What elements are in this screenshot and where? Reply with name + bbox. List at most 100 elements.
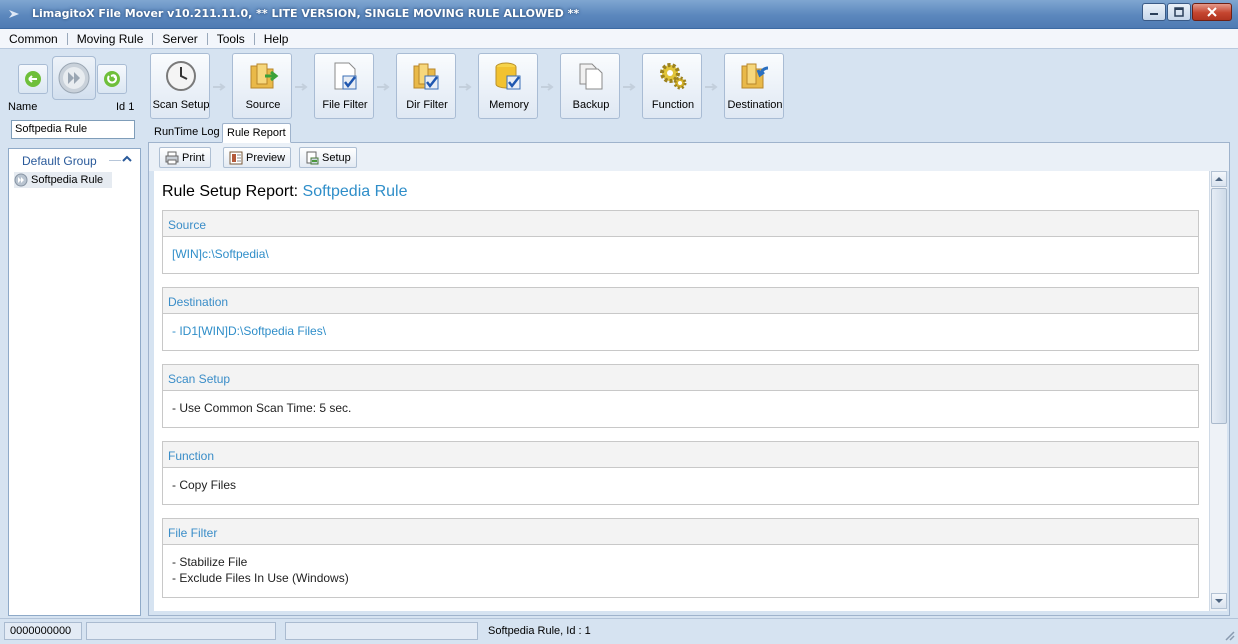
toolbar-label: File Filter bbox=[322, 99, 368, 111]
report-scrollbar[interactable] bbox=[1209, 171, 1227, 611]
id-label: Id 1 bbox=[116, 101, 135, 113]
status-panel-3 bbox=[285, 622, 478, 640]
folder-in-icon bbox=[741, 63, 769, 89]
preview-button[interactable]: Preview bbox=[223, 147, 292, 168]
title-bar: LimagitoX File Mover v10.211.11.0, ** LI… bbox=[0, 0, 1238, 29]
rule-tree: Default Group Softpedia Rule bbox=[8, 148, 141, 616]
function-button[interactable]: Function bbox=[642, 53, 702, 119]
toolbar-label: Dir Filter bbox=[406, 99, 448, 111]
section-body: - Use Common Scan Time: 5 sec. bbox=[163, 391, 1198, 427]
run-rule-button[interactable] bbox=[52, 56, 96, 100]
group-header[interactable]: Default Group bbox=[9, 151, 140, 169]
file-filter-button[interactable]: File Filter bbox=[314, 53, 374, 119]
section-line: - Copy Files bbox=[172, 478, 237, 492]
section-line: - Exclude Files In Use (Windows) bbox=[172, 571, 349, 585]
print-label: Print bbox=[182, 151, 205, 164]
gear-icon bbox=[660, 63, 687, 90]
memory-button[interactable]: Memory bbox=[478, 53, 538, 119]
files-copy-icon bbox=[579, 63, 603, 90]
section-heading: Destination bbox=[163, 288, 1198, 314]
section-line: - Stabilize File bbox=[172, 555, 248, 569]
menu-bar: Common Moving Rule Server Tools Help bbox=[0, 29, 1238, 49]
scroll-thumb[interactable] bbox=[1211, 188, 1227, 424]
scan-setup-button[interactable]: Scan Setup bbox=[150, 53, 210, 119]
report-section-source: Source [WIN]c:\Softpedia\ bbox=[162, 210, 1199, 274]
report-title-rule: Softpedia Rule bbox=[302, 183, 408, 200]
undo-button[interactable] bbox=[18, 64, 48, 94]
toolbar-label: Source bbox=[245, 99, 281, 111]
report-title-prefix: Rule Setup Report: bbox=[162, 183, 299, 200]
section-body: - ID1[WIN]D:\Softpedia Files\ bbox=[163, 314, 1198, 350]
close-icon bbox=[1207, 7, 1217, 17]
backup-button[interactable]: Backup bbox=[560, 53, 620, 119]
maximize-icon bbox=[1174, 7, 1184, 17]
menu-moving-rule[interactable]: Moving Rule bbox=[68, 32, 153, 46]
page-setup-icon bbox=[306, 151, 319, 164]
collapse-icon[interactable] bbox=[122, 154, 132, 164]
close-button[interactable] bbox=[1192, 3, 1232, 21]
print-button[interactable]: Print bbox=[159, 147, 211, 168]
status-bar: 0000000000 Softpedia Rule, Id : 1 bbox=[0, 618, 1238, 644]
destination-button[interactable]: Destination bbox=[724, 53, 784, 119]
section-body: - Copy Files bbox=[163, 468, 1198, 504]
flow-arrow-icon bbox=[541, 83, 554, 91]
maximize-button[interactable] bbox=[1167, 3, 1191, 21]
report-section-scan-setup: Scan Setup - Use Common Scan Time: 5 sec… bbox=[162, 364, 1199, 428]
section-body: [WIN]c:\Softpedia\ bbox=[163, 237, 1198, 273]
undo-icon bbox=[25, 71, 41, 87]
menu-help[interactable]: Help bbox=[255, 32, 298, 46]
preview-label: Preview bbox=[246, 151, 286, 164]
tab-bar: RunTime Log Rule Report bbox=[148, 121, 1230, 143]
tab-rule-report[interactable]: Rule Report bbox=[222, 123, 291, 143]
redo-button[interactable] bbox=[97, 64, 127, 94]
flow-arrow-icon bbox=[377, 83, 390, 91]
minimize-button[interactable] bbox=[1142, 3, 1166, 21]
menu-common[interactable]: Common bbox=[0, 32, 67, 46]
folder-check-icon bbox=[413, 63, 439, 90]
rule-icon bbox=[14, 173, 28, 187]
tree-item-softpedia-rule[interactable]: Softpedia Rule bbox=[14, 172, 112, 188]
section-heading: File Filter bbox=[163, 519, 1198, 545]
tree-item-label: Softpedia Rule bbox=[31, 174, 104, 186]
flow-arrow-icon bbox=[459, 83, 472, 91]
scroll-up-button[interactable] bbox=[1211, 171, 1227, 187]
database-check-icon bbox=[495, 62, 521, 90]
section-body: - Stabilize File - Exclude Files In Use … bbox=[163, 545, 1198, 597]
source-button[interactable]: Source bbox=[232, 53, 292, 119]
group-label: Default Group bbox=[22, 154, 97, 168]
preview-icon bbox=[229, 151, 243, 164]
report-document: Rule Setup Report: Softpedia Rule Source… bbox=[154, 171, 1209, 611]
status-counter: 0000000000 bbox=[4, 622, 82, 640]
report-section-destination: Destination - ID1[WIN]D:\Softpedia Files… bbox=[162, 287, 1199, 351]
rule-name-input[interactable]: Softpedia Rule bbox=[11, 120, 135, 139]
report-title: Rule Setup Report: Softpedia Rule bbox=[162, 183, 408, 201]
menu-tools[interactable]: Tools bbox=[208, 32, 254, 46]
toolbar-label: Scan Setup bbox=[152, 99, 210, 111]
setup-button[interactable]: Setup bbox=[299, 147, 357, 168]
group-divider bbox=[109, 160, 121, 161]
section-line[interactable]: - ID1[WIN]D:\Softpedia Files\ bbox=[172, 324, 1189, 340]
printer-icon bbox=[165, 151, 179, 164]
folder-arrow-icon bbox=[250, 63, 279, 89]
rule-toolbar: Scan Setup Source File Filter Dir Filter… bbox=[148, 51, 1230, 121]
clock-icon bbox=[166, 61, 196, 91]
toolbar-label: Backup bbox=[572, 99, 610, 111]
name-label: Name bbox=[8, 101, 38, 113]
minimize-icon bbox=[1150, 13, 1158, 15]
dir-filter-button[interactable]: Dir Filter bbox=[396, 53, 456, 119]
report-toolbar: Print Preview Setup bbox=[149, 143, 1229, 171]
resize-grip-icon[interactable] bbox=[1223, 629, 1235, 641]
run-rule-icon bbox=[58, 62, 90, 94]
tab-runtime-log[interactable]: RunTime Log bbox=[150, 123, 224, 143]
flow-arrow-icon bbox=[295, 83, 308, 91]
flow-arrow-icon bbox=[705, 83, 718, 91]
scroll-down-button[interactable] bbox=[1211, 593, 1227, 609]
section-heading: Scan Setup bbox=[163, 365, 1198, 391]
window-title: LimagitoX File Mover v10.211.11.0, ** LI… bbox=[32, 7, 580, 20]
section-line[interactable]: [WIN]c:\Softpedia\ bbox=[172, 247, 1189, 263]
report-section-function: Function - Copy Files bbox=[162, 441, 1199, 505]
flow-arrow-icon bbox=[623, 83, 636, 91]
menu-server[interactable]: Server bbox=[153, 32, 206, 46]
section-heading: Function bbox=[163, 442, 1198, 468]
file-check-icon bbox=[334, 62, 357, 90]
